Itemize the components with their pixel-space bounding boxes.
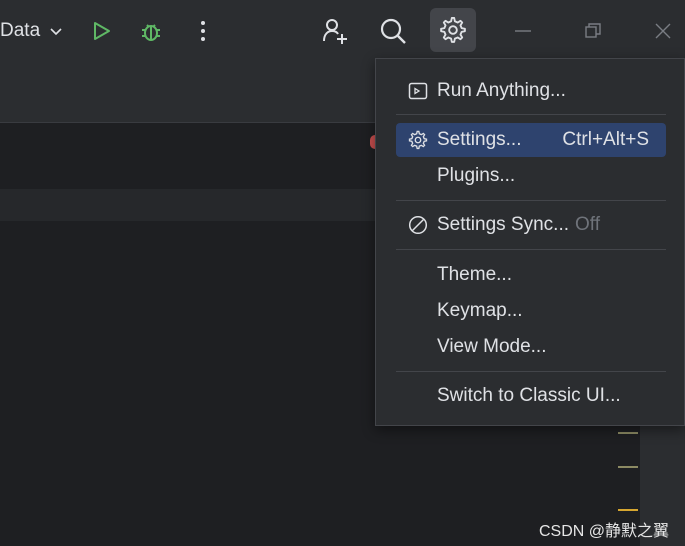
menu-item-plugins[interactable]: Plugins... — [396, 159, 666, 193]
search-icon — [380, 18, 406, 44]
menu-item-switch-classic-ui[interactable]: Switch to Classic UI... — [396, 379, 666, 413]
gear-icon — [440, 17, 466, 43]
close-button[interactable] — [646, 14, 680, 48]
run-anything-icon — [408, 82, 428, 100]
no-sync-icon — [408, 215, 428, 235]
menu-item-shortcut: Ctrl+Alt+S — [562, 129, 649, 150]
scroll-marker[interactable] — [618, 509, 638, 511]
menu-item-label: Switch to Classic UI... — [437, 385, 621, 406]
menu-item-view-mode[interactable]: View Mode... — [396, 330, 666, 364]
menu-item-run-anything[interactable]: Run Anything... — [396, 74, 666, 108]
run-icon — [94, 22, 110, 40]
settings-button[interactable] — [430, 8, 476, 52]
menu-item-label: Settings Sync... — [437, 214, 570, 235]
search-everywhere-button[interactable] — [374, 12, 412, 50]
menu-item-label: Run Anything... — [437, 80, 566, 101]
menu-item-label: Keymap... — [437, 300, 523, 321]
more-icon — [201, 21, 205, 41]
menu-item-settings-sync[interactable]: Settings Sync... Off — [396, 208, 666, 242]
menu-item-theme[interactable]: Theme... — [396, 258, 666, 292]
sync-status: Off — [575, 214, 601, 235]
run-button[interactable] — [84, 14, 118, 48]
main-toolbar: Data — [0, 0, 685, 60]
code-with-me-button[interactable] — [316, 12, 354, 50]
menu-item-label: Plugins... — [437, 165, 516, 186]
debug-icon — [142, 24, 160, 41]
close-icon — [655, 23, 671, 39]
main-menu-popup: Run Anything... Settings... Ctrl+Alt+S P… — [375, 58, 685, 426]
menu-separator — [396, 114, 666, 115]
menu-item-label: View Mode... — [437, 336, 547, 357]
gear-icon — [408, 130, 428, 150]
menu-item-label: Theme... — [437, 264, 512, 285]
menu-separator — [396, 200, 666, 201]
run-config-label: Data — [0, 20, 41, 41]
restore-icon — [585, 23, 601, 38]
scroll-marker[interactable] — [618, 466, 638, 468]
menu-separator — [396, 371, 666, 372]
scroll-marker[interactable] — [618, 432, 638, 434]
menu-item-label-group: Settings Sync... Off — [437, 214, 600, 236]
menu-item-keymap[interactable]: Keymap... — [396, 294, 666, 328]
watermark: CSDN @静默之翼 — [538, 523, 669, 540]
menu-separator — [396, 249, 666, 250]
menu-item-label: Settings... — [437, 129, 522, 150]
debug-button[interactable] — [134, 14, 168, 48]
add-user-icon — [323, 19, 347, 44]
chevron-down-icon — [50, 28, 62, 36]
more-actions-button[interactable] — [186, 14, 220, 48]
minimize-button[interactable] — [506, 14, 540, 48]
restore-button[interactable] — [576, 14, 610, 48]
minimize-icon — [515, 30, 531, 32]
menu-item-settings[interactable]: Settings... Ctrl+Alt+S — [396, 123, 666, 157]
run-config-selector[interactable]: Data — [0, 14, 64, 48]
current-line-highlight — [0, 189, 380, 221]
